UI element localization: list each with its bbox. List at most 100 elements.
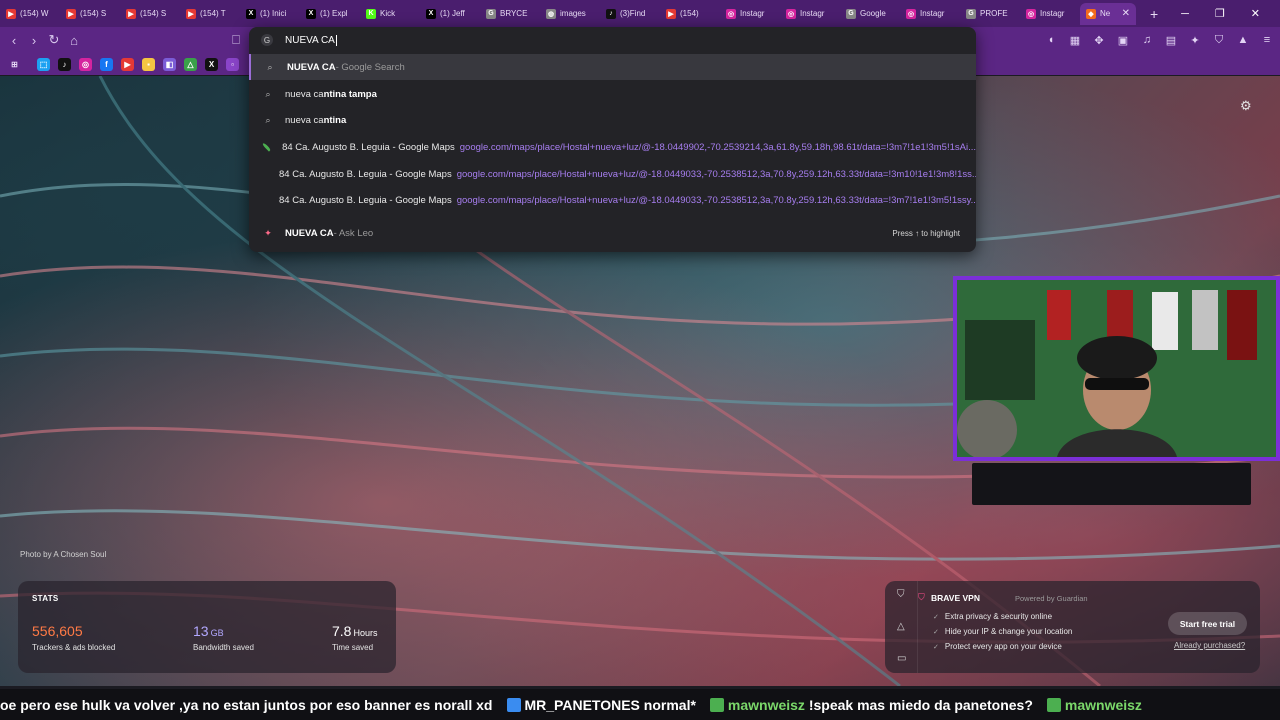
browser-tab[interactable]: G BRYCE [480,3,540,25]
tab-label: Ne [1100,9,1111,18]
browser-tab[interactable]: ▶ (154) S [60,3,120,25]
vpn-title: BRAVE VPN [931,593,980,603]
puzzle-icon[interactable]: ✥ [1092,34,1106,47]
maps-pin-icon [261,196,269,204]
bookmark-icon[interactable]: ⎕ [226,32,246,48]
alert-icon[interactable]: △ [897,621,905,632]
youtube-icon: ▶ [6,8,16,19]
x-icon[interactable]: X [205,57,218,71]
menu-icon[interactable]: ≡ [1260,34,1274,46]
reload-icon[interactable]: ↻ [44,32,64,48]
suggestion-text: NUEVA CA [285,227,334,239]
suggestion-maps[interactable]: 84 Ca. Augusto B. Leguia - Google Maps g… [249,161,976,187]
stat-trackers: 556,605 Trackers & ads blocked [32,623,115,652]
music-icon[interactable]: ♫ [1140,34,1154,46]
suggestion-title: 84 Ca. Augusto B. Leguia - Google Maps [279,168,452,180]
rewards-icon[interactable]: ▲ [1236,34,1250,46]
close-tab-icon[interactable]: ✕ [1122,8,1130,19]
suggestion-maps[interactable]: 84 Ca. Augusto B. Leguia - Google Maps g… [249,134,976,160]
browser-tab[interactable]: G Google [840,3,900,25]
already-purchased-link[interactable]: Already purchased? [1174,641,1245,650]
chat-ticker: oe pero ese hulk va volver ,ya no estan … [0,689,1280,720]
tab-label: (1) Jeff [440,9,465,18]
trackers-value: 556,605 [32,623,83,639]
photo-credit[interactable]: Photo by A Chosen Soul [20,550,106,559]
vpn-feature: Hide your IP & change your location [933,627,1072,636]
ticker-message: !speak mas miedo da panetones? [808,696,1033,713]
drive-icon[interactable]: △ [184,57,197,71]
vpn-powered-by: Powered by Guardian [1015,594,1088,603]
bookmark-blue-icon[interactable]: ⬚ [37,57,50,71]
webcam-figure [957,280,1276,457]
browser-tab[interactable]: ◎ Instagr [900,3,960,25]
ticker-username: mawnweisz [727,696,805,713]
tiktok-icon: ♪ [606,8,616,19]
suggestion-search[interactable]: ⌕ nueva ca ntina tampa [249,81,976,107]
stats-widget: STATS 556,605 Trackers & ads blocked 13 G… [18,581,396,673]
ticker-username: mawnweisz [1064,696,1142,713]
suggestion-url: google.com/maps/place/Hostal+nueva+luz/@… [456,194,976,206]
tab-label: (154) S [140,9,167,18]
time-label: Time saved [332,643,374,652]
close-window-icon[interactable]: ✕ [1251,7,1260,20]
suggestion-search[interactable]: ⌕ nueva ca ntina [249,107,976,133]
vpn-shield-icon[interactable]: ⛉ [897,589,905,600]
facebook-icon[interactable]: f [100,57,113,71]
tab-label: (3)Find [620,9,646,18]
instagram-icon[interactable]: ◎ [79,57,92,71]
minimize-icon[interactable]: ─ [1181,8,1189,20]
browser-tab[interactable]: ◎ Instagr [780,3,840,25]
search-icon: ⌕ [265,88,271,99]
browser-tab[interactable]: X (1) Jeff [420,3,480,25]
suggestion-google-search[interactable]: ⌕ NUEVA CA - Google Search [249,54,976,80]
shield-icon[interactable]: ⛉ [1212,34,1226,47]
maximize-icon[interactable]: ❐ [1215,7,1225,20]
new-tab-icon[interactable]: + [1150,6,1158,22]
back-icon[interactable]: ‹ [4,33,24,48]
bookmark-yellow-icon[interactable]: ▪ [142,57,155,71]
media-icon[interactable]: ▭ [897,653,906,664]
bookmark-purple-icon[interactable]: ▫ [226,57,239,71]
browser-tab[interactable]: ◍ images [540,3,600,25]
browser-tab[interactable]: ▶ (154) W [0,3,60,25]
browser-tab[interactable]: ▶ (154) [660,3,720,25]
twitch-icon[interactable]: ◧ [163,57,176,71]
maps-pin-icon [261,142,272,152]
leo-icon[interactable]: ✦ [1188,34,1202,47]
audio-icon[interactable]: ◖ [1044,34,1058,46]
browser-tab[interactable]: ◎ Instagr [720,3,780,25]
suggestion-maps[interactable]: 84 Ca. Augusto B. Leguia - Google Maps g… [249,187,976,213]
wallet-icon[interactable]: ▤ [1164,34,1178,47]
browser-tab[interactable]: ◎ Instagr [1020,3,1080,25]
address-bar[interactable]: G NUEVA CA [249,27,976,53]
customize-gear-icon[interactable]: ⚙ [1240,98,1252,114]
browser-tab[interactable]: ▶ (154) T [180,3,240,25]
browser-tab[interactable]: ♪ (3)Find [600,3,660,25]
youtube-icon[interactable]: ▶ [121,57,134,71]
start-free-trial-button[interactable]: Start free trial [1168,612,1247,635]
tab-label: (154) [680,9,699,18]
webcam-overlay [953,276,1280,461]
browser-tab[interactable]: ▶ (154) S [120,3,180,25]
browser-tab[interactable]: X (1) Expl [300,3,360,25]
address-input-value[interactable]: NUEVA CA [285,35,335,46]
browser-tab[interactable]: G PROFE [960,3,1020,25]
screenshot-icon[interactable]: ▣ [1116,34,1130,47]
browser-tab[interactable]: X (1) Inici [240,3,300,25]
home-icon[interactable]: ⌂ [64,33,84,48]
search-icon: ⌕ [265,114,271,125]
tab-label: Instagr [1040,9,1065,18]
suggestion-suffix: - Ask Leo [333,227,374,239]
browser-tab[interactable]: K Kick [360,3,420,25]
google-icon: G [486,8,496,19]
extension-icon[interactable]: ▦ [1068,34,1082,47]
kick-icon: K [366,8,376,19]
time-value: 7.8 [332,623,352,639]
forward-icon[interactable]: › [24,33,44,48]
youtube-icon: ▶ [666,8,676,19]
tiktok-icon[interactable]: ♪ [58,57,71,71]
suggestion-ask-leo[interactable]: ✦ NUEVA CA - Ask Leo Press ↑ to highligh… [249,220,976,246]
instagram-icon: ◎ [1026,8,1036,19]
active-tab[interactable]: ◆ Ne ✕ [1080,2,1136,25]
apps-grid-icon[interactable]: ⊞ [8,58,21,71]
